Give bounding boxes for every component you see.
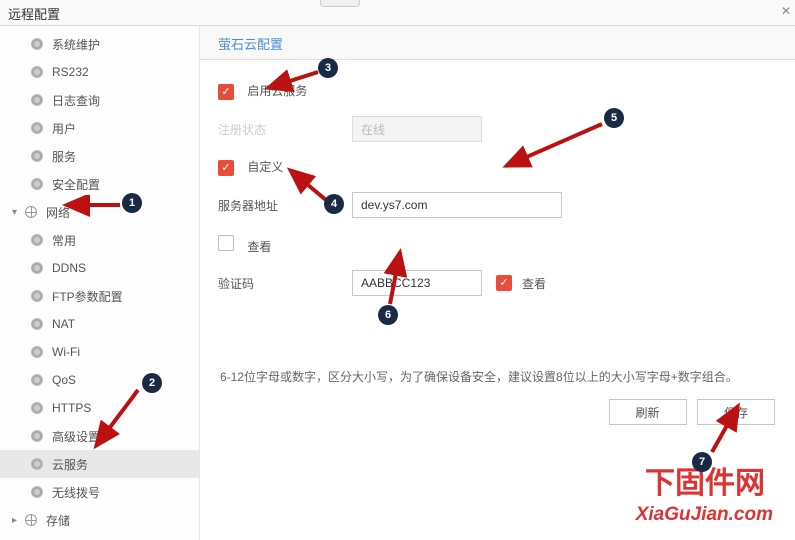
sidebar-item-log-query[interactable]: 日志查询 xyxy=(0,86,199,114)
sidebar-item-qos[interactable]: QoS xyxy=(0,366,199,394)
server-address-input[interactable] xyxy=(352,192,562,218)
sidebar-item-system-maintain[interactable]: 系统维护 xyxy=(0,30,199,58)
sidebar-item-wireless-dial[interactable]: 无线拨号 xyxy=(0,478,199,506)
sidebar-item-wifi[interactable]: Wi-Fi xyxy=(0,338,199,366)
sidebar-item-https[interactable]: HTTPS xyxy=(0,394,199,422)
sidebar-item-label: 网络 xyxy=(46,204,70,221)
sidebar-item-network[interactable]: ▾ 网络 xyxy=(0,198,199,226)
help-text: 6-12位字母或数字，区分大小写，为了确保设备安全，建议设置8位以上的大小写字母… xyxy=(220,368,783,385)
sidebar-item-nat[interactable]: NAT xyxy=(0,310,199,338)
sidebar-item-label: 安全配置 xyxy=(52,176,100,193)
enable-cloud-checkbox[interactable] xyxy=(218,84,234,100)
expand-icon: ▸ xyxy=(12,515,22,526)
gear-icon xyxy=(30,177,44,191)
custom-label: 自定义 xyxy=(247,160,283,174)
view-checkbox[interactable] xyxy=(218,235,234,251)
sidebar-item-common[interactable]: 常用 xyxy=(0,226,199,254)
gear-icon xyxy=(30,317,44,331)
sidebar-item-label: 常用 xyxy=(52,232,76,249)
sidebar-item-label: Wi-Fi xyxy=(52,345,80,359)
gear-icon xyxy=(30,93,44,107)
sidebar-item-label: 无线拨号 xyxy=(52,484,100,501)
sidebar-item-label: 系统维护 xyxy=(52,36,100,53)
window-title: 远程配置 xyxy=(8,7,60,22)
sidebar-item-advanced[interactable]: 高级设置 xyxy=(0,422,199,450)
gear-icon xyxy=(30,233,44,247)
register-status-label: 注册状态 xyxy=(212,121,352,138)
gear-icon xyxy=(30,289,44,303)
verify-code-input[interactable] xyxy=(352,270,482,296)
globe-icon xyxy=(24,513,38,527)
view2-label: 查看 xyxy=(522,275,546,292)
sidebar-item-ddns[interactable]: DDNS xyxy=(0,254,199,282)
collapse-icon: ▾ xyxy=(12,207,22,218)
sidebar-item-label: 高级设置 xyxy=(52,428,100,445)
refresh-button[interactable]: 刷新 xyxy=(609,399,687,425)
server-address-label: 服务器地址 xyxy=(212,197,352,214)
sidebar-item-label: HTTPS xyxy=(52,401,91,415)
custom-checkbox[interactable] xyxy=(218,160,234,176)
gear-icon xyxy=(30,457,44,471)
gear-icon xyxy=(30,65,44,79)
sidebar-item-label: 日志查询 xyxy=(52,92,100,109)
sidebar-item-label: DDNS xyxy=(52,261,86,275)
view2-checkbox[interactable] xyxy=(496,275,512,291)
sidebar-item-cloud[interactable]: 云服务 xyxy=(0,450,199,478)
sidebar-item-label: 服务 xyxy=(52,148,76,165)
sidebar-item-user[interactable]: 用户 xyxy=(0,114,199,142)
gear-icon xyxy=(30,401,44,415)
save-button[interactable]: 保存 xyxy=(697,399,775,425)
sidebar-item-label: 存储 xyxy=(46,512,70,529)
sidebar-item-label: FTP参数配置 xyxy=(52,288,123,305)
sidebar-item-storage[interactable]: ▸ 存储 xyxy=(0,506,199,534)
title-tab-handle[interactable] xyxy=(320,0,360,7)
sidebar-item-label: 用户 xyxy=(52,120,76,137)
sidebar-item-label: 云服务 xyxy=(52,456,88,473)
gear-icon xyxy=(30,485,44,499)
enable-cloud-label: 启用云服务 xyxy=(247,84,307,98)
sidebar-item-label: NAT xyxy=(52,317,75,331)
gear-icon xyxy=(30,261,44,275)
sidebar-item-label: QoS xyxy=(52,373,76,387)
gear-icon xyxy=(30,429,44,443)
gear-icon xyxy=(30,373,44,387)
sidebar: 系统维护 RS232 日志查询 用户 服务 安全配置 ▾ 网络 常用 DDNS F… xyxy=(0,26,200,540)
verify-code-label: 验证码 xyxy=(212,275,352,292)
gear-icon xyxy=(30,37,44,51)
sidebar-item-service[interactable]: 服务 xyxy=(0,142,199,170)
sidebar-item-rs232[interactable]: RS232 xyxy=(0,58,199,86)
main-panel: 萤石云配置 启用云服务 注册状态 自定义 服务器地址 xyxy=(200,26,795,540)
sidebar-item-ftp[interactable]: FTP参数配置 xyxy=(0,282,199,310)
register-status-field xyxy=(352,116,482,142)
sidebar-item-security[interactable]: 安全配置 xyxy=(0,170,199,198)
page-title: 萤石云配置 xyxy=(200,26,795,60)
close-icon[interactable]: ✕ xyxy=(781,4,791,18)
sidebar-item-label: RS232 xyxy=(52,65,89,79)
gear-icon xyxy=(30,149,44,163)
globe-icon xyxy=(24,205,38,219)
gear-icon xyxy=(30,121,44,135)
gear-icon xyxy=(30,345,44,359)
view-label: 查看 xyxy=(247,240,271,254)
window-titlebar: 远程配置 ✕ xyxy=(0,0,795,26)
